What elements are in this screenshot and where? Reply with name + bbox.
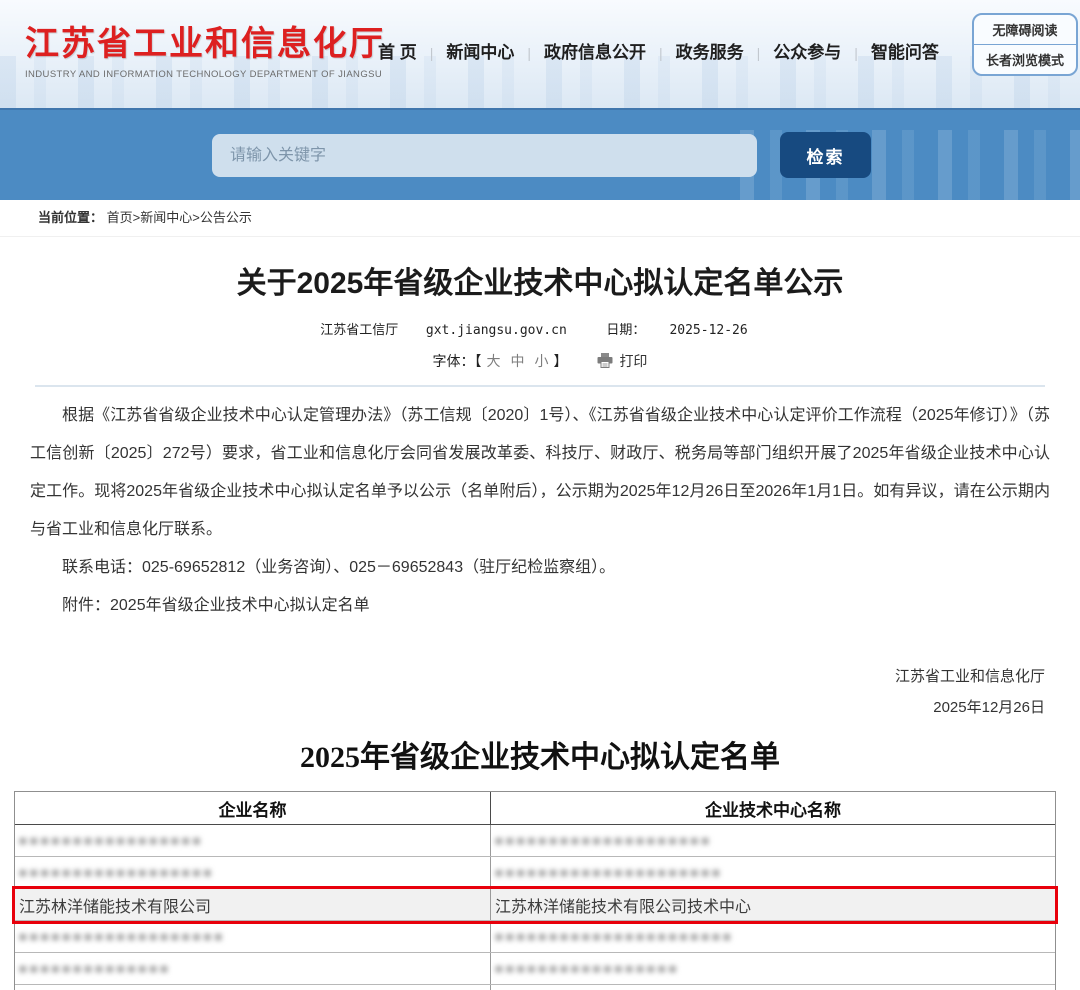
barrier-free-button[interactable]: 无障碍阅读 — [974, 15, 1076, 44]
print-label: 打印 — [619, 353, 647, 369]
cell-center: ■■■■■■■■■■■■■■■■■■■■■■ — [491, 921, 1055, 952]
table-row: ■■■■■■■■■■■■■■■■■■■■■■■■■■■■■■■■■■■■■■■ — [15, 857, 1055, 889]
cell-company: 江苏林洋储能技术有限公司 — [15, 889, 491, 920]
nav-item-5[interactable]: 智能问答 — [871, 43, 939, 62]
table-row: ■■■■■■■■■■■■■■■■■■■■■■■■■■■■■■■■■■■■■■■■… — [15, 921, 1055, 953]
cell-center: ■■■■■■■■■■■■■■■■■■■■ — [491, 825, 1055, 856]
nav-separator: | — [854, 45, 858, 61]
table-title: 2025年省级企业技术中心拟认定名单 — [0, 737, 1080, 779]
cell-company: ■■■■■■■■■■■■■■ — [15, 953, 491, 984]
table-header-company: 企业名称 — [15, 792, 491, 824]
cell-company: ■■■■■■■■■■■■■■■■■■ — [15, 857, 491, 888]
signature-block: 江苏省工业和信息化厅 2025年12月26日 — [0, 661, 1080, 723]
contact-line: 联系电话：025-69652812（业务咨询）、025－69652843（驻厅纪… — [30, 549, 1050, 587]
breadcrumb: 当前位置： 首页>新闻中心>公告公示 — [0, 200, 1080, 237]
accessibility-box: 无障碍阅读 长者浏览模式 — [972, 13, 1078, 76]
article-date: 日期：2025-12-26 — [594, 322, 759, 337]
table-header-row: 企业名称 企业技术中心名称 — [15, 792, 1055, 825]
cell-company: ■■■■■■■■■■■■■■■■■■■ — [15, 921, 491, 952]
cell-company — [15, 985, 491, 990]
table-row-highlighted: 江苏林洋储能技术有限公司 江苏林洋储能技术有限公司技术中心 — [15, 889, 1055, 921]
attachment-table: 企业名称 企业技术中心名称 ■■■■■■■■■■■■■■■■■■■■■■■■■■… — [14, 791, 1056, 990]
logo-title: 江苏省工业和信息化厅 — [25, 16, 385, 65]
nav-separator: | — [757, 45, 761, 61]
article-toolbar: 字体：【大中小】 打印 — [0, 351, 1080, 373]
bracket-open: 【 — [475, 353, 482, 369]
divider-rule — [35, 385, 1045, 387]
nav-item-4[interactable]: 公众参与 — [773, 43, 841, 62]
font-size-option-0[interactable]: 大 — [487, 353, 501, 369]
signature-org: 江苏省工业和信息化厅 — [0, 661, 1045, 692]
bracket-close: 】 — [554, 353, 568, 369]
article-source: 江苏省工信厅 — [320, 322, 398, 337]
logo-subtitle: INDUSTRY AND INFORMATION TECHNOLOGY DEPA… — [25, 69, 385, 80]
blurred-text: ■■■■■■■■■■■■■■ — [19, 961, 171, 977]
table-row — [15, 985, 1055, 990]
table-row: ■■■■■■■■■■■■■■■■■■■■■■■■■■■■■■■■■■■■■ — [15, 825, 1055, 857]
blurred-text: ■■■■■■■■■■■■■■■■■■■ — [19, 929, 225, 945]
print-button[interactable]: 打印 — [597, 353, 647, 369]
table-header-center: 企业技术中心名称 — [491, 792, 1055, 824]
cell-center: ■■■■■■■■■■■■■■■■■ — [491, 953, 1055, 984]
blurred-text: ■■■■■■■■■■■■■■■■■ — [495, 961, 680, 977]
search-band: 检索 — [0, 108, 1080, 200]
search-input[interactable] — [212, 134, 757, 177]
elder-mode-button[interactable]: 长者浏览模式 — [974, 45, 1076, 74]
cell-text: 江苏林洋储能技术有限公司 — [19, 893, 211, 917]
article-body: 根据《江苏省省级企业技术中心认定管理办法》（苏工信规〔2020〕1号）、《江苏省… — [30, 397, 1050, 625]
cell-text: 江苏林洋储能技术有限公司技术中心 — [495, 893, 751, 917]
attachment-line: 附件：2025年省级企业技术中心拟认定名单 — [30, 587, 1050, 625]
nav-separator: | — [659, 45, 663, 61]
search-button[interactable]: 检索 — [780, 132, 871, 178]
site-logo[interactable]: 江苏省工业和信息化厅 INDUSTRY AND INFORMATION TECH… — [25, 16, 385, 80]
breadcrumb-path[interactable]: 首页>新闻中心>公告公示 — [107, 210, 252, 225]
signature-date: 2025年12月26日 — [0, 692, 1045, 723]
page: 江苏省工业和信息化厅 INDUSTRY AND INFORMATION TECH… — [0, 0, 1080, 990]
nav-item-2[interactable]: 政府信息公开 — [544, 43, 646, 62]
blurred-text: ■■■■■■■■■■■■■■■■■■■■ — [495, 833, 712, 849]
nav-item-3[interactable]: 政务服务 — [676, 43, 744, 62]
nav-item-0[interactable]: 首 页 — [378, 43, 417, 62]
nav-item-1[interactable]: 新闻中心 — [446, 43, 514, 62]
site-header: 江苏省工业和信息化厅 INDUSTRY AND INFORMATION TECH… — [0, 0, 1080, 108]
font-size-label: 字体： — [433, 353, 475, 369]
blurred-text: ■■■■■■■■■■■■■■■■■■ — [19, 865, 214, 881]
printer-icon — [597, 353, 619, 369]
cell-center — [491, 985, 1055, 990]
blurred-text: ■■■■■■■■■■■■■■■■■■■■■■ — [495, 929, 734, 945]
article-meta: 江苏省工信厅 gxt.jiangsu.gov.cn 日期：2025-12-26 — [0, 319, 1080, 339]
cell-center: ■■■■■■■■■■■■■■■■■■■■■ — [491, 857, 1055, 888]
cell-center: 江苏林洋储能技术有限公司技术中心 — [491, 889, 1055, 920]
article-paragraph: 根据《江苏省省级企业技术中心认定管理办法》（苏工信规〔2020〕1号）、《江苏省… — [30, 397, 1050, 549]
blurred-text: ■■■■■■■■■■■■■■■■■■■■■ — [495, 865, 723, 881]
font-size-option-1[interactable]: 中 — [511, 353, 525, 369]
breadcrumb-label: 当前位置： — [38, 210, 103, 225]
nav-separator: | — [527, 45, 531, 61]
nav-separator: | — [430, 45, 434, 61]
blurred-text: ■■■■■■■■■■■■■■■■■ — [19, 833, 204, 849]
main-nav: 首 页 | 新闻中心 | 政府信息公开 | 政务服务 | 公众参与 | 智能问答 — [378, 38, 939, 63]
article-site: gxt.jiangsu.gov.cn — [426, 323, 567, 338]
font-size-option-2[interactable]: 小 — [535, 353, 549, 369]
table-body: ■■■■■■■■■■■■■■■■■■■■■■■■■■■■■■■■■■■■■■■■… — [15, 825, 1055, 990]
font-size-options: 大中小 — [482, 353, 554, 369]
page-title: 关于2025年省级企业技术中心拟认定名单公示 — [0, 263, 1080, 305]
cell-company: ■■■■■■■■■■■■■■■■■ — [15, 825, 491, 856]
table-row: ■■■■■■■■■■■■■■■■■■■■■■■■■■■■■■■ — [15, 953, 1055, 985]
